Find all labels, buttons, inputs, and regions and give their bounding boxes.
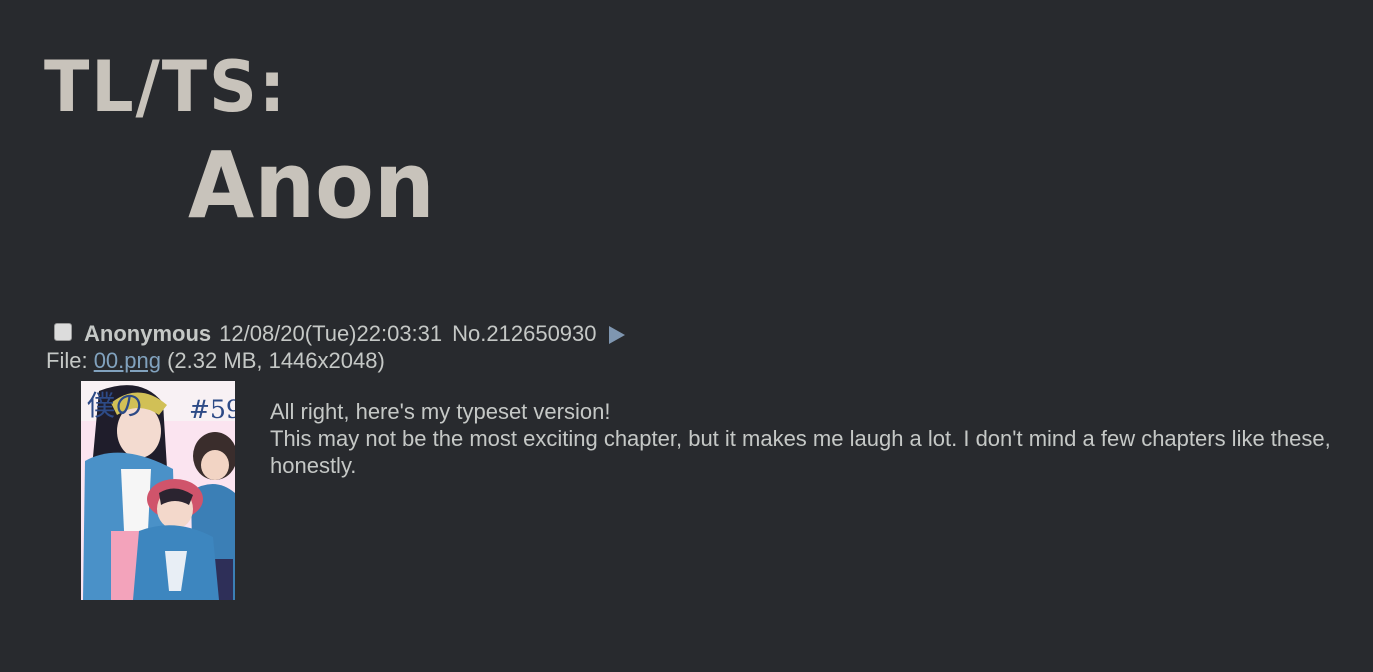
post-number[interactable]: No.212650930: [452, 321, 596, 347]
post-message-line: This may not be the most exciting chapte…: [270, 426, 1331, 478]
file-link[interactable]: 00.png: [94, 348, 161, 373]
file-info: File: 00.png (2.32 MB, 1446x2048): [46, 348, 385, 374]
cover-title-text: 僕の: [87, 389, 143, 422]
banner-title: TL/TS:: [44, 46, 288, 128]
post-select-checkbox[interactable]: [54, 323, 72, 341]
cover-issue-text: #59: [189, 395, 235, 424]
poster-name: Anonymous: [84, 321, 212, 346]
post-date: 12/08/20(Tue)22:03:31: [219, 321, 443, 346]
file-details: (2.32 MB, 1446x2048): [167, 348, 385, 373]
expand-arrow-icon[interactable]: [608, 325, 625, 344]
post-message: All right, here's my typeset version! Th…: [270, 398, 1350, 479]
file-label: File:: [46, 348, 88, 373]
manga-cover-image: 僕の #59: [81, 381, 235, 600]
post-header: Anonymous 12/08/20(Tue)22:03:31 No.21265…: [52, 320, 625, 348]
post-message-line: All right, here's my typeset version!: [270, 399, 611, 424]
banner-credit: Anon: [188, 132, 435, 239]
file-thumbnail[interactable]: 僕の #59: [81, 381, 235, 600]
